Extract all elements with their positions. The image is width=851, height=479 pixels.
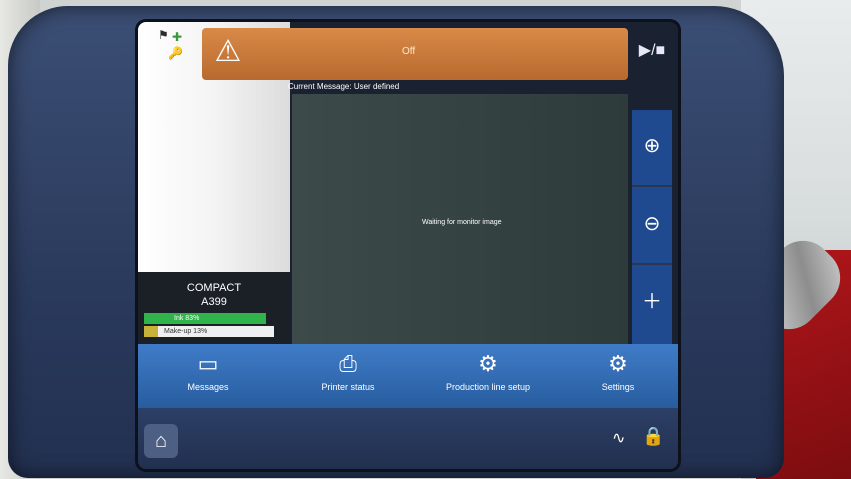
- monitor-status-text: Waiting for monitor image: [422, 219, 502, 226]
- home-icon[interactable]: ⌂: [144, 424, 178, 458]
- production-line-icon: ⚙: [478, 351, 498, 376]
- screen: ⚑ ✚ 🔑 COMPACT A399 Ink 83% Make-up 13% ⚠…: [138, 22, 678, 469]
- ink-level: Ink 83%: [144, 313, 266, 324]
- status-icons: ⚑ ✚ 🔑: [158, 28, 198, 68]
- messages-icon: ▭: [197, 351, 219, 376]
- current-message: Current Message: User defined: [288, 82, 399, 91]
- nav-settings[interactable]: ⚙ Settings: [568, 351, 668, 393]
- nav-production-line-setup-label: Production line setup: [445, 382, 531, 392]
- status-light-icon: ⚑: [158, 28, 169, 42]
- current-message-label: Current Message:: [288, 82, 352, 91]
- lock-icon[interactable]: 🔒: [642, 426, 664, 447]
- zoom-separator: [632, 263, 672, 265]
- play-stop-icon[interactable]: ▶/■: [632, 40, 672, 70]
- nav-messages-label: Messages: [187, 382, 229, 392]
- ink-label: Ink 83%: [174, 315, 200, 322]
- add-document-icon[interactable]: ＋: [632, 266, 672, 338]
- heartbeat-icon[interactable]: ∿: [612, 428, 625, 448]
- message-preview: Waiting for monitor image: [292, 94, 628, 344]
- alert-text: Off: [402, 46, 416, 57]
- nav-messages[interactable]: ▭ Messages: [158, 351, 258, 393]
- key-icon: 🔑: [168, 46, 183, 60]
- printer-name: COMPACT: [186, 282, 242, 294]
- makeup-label: Make-up 13%: [164, 328, 208, 335]
- nav-settings-label: Settings: [601, 382, 635, 392]
- printer-status-box[interactable]: COMPACT A399 Ink 83% Make-up 13%: [138, 272, 290, 344]
- nav-printer-status-label: Printer status: [321, 382, 375, 392]
- nav-production-line-setup[interactable]: ⚙ Production line setup: [438, 351, 538, 393]
- zoom-out-icon[interactable]: ⊖: [632, 188, 672, 260]
- current-message-value: User defined: [353, 82, 400, 91]
- printer-model: A399: [201, 296, 227, 308]
- zoom-toolbar: ⊕ ⊖ ＋: [632, 110, 672, 344]
- warning-icon: ⚠: [214, 35, 242, 68]
- nav-printer-status[interactable]: ⎙ Printer status: [298, 351, 398, 393]
- device-bezel: ⚑ ✚ 🔑 COMPACT A399 Ink 83% Make-up 13% ⚠…: [8, 6, 784, 478]
- status-green-icon: ✚: [172, 30, 183, 44]
- printer-icon: ⎙: [339, 351, 357, 376]
- makeup-swatch: [144, 326, 158, 337]
- bottom-nav: ▭ Messages ⎙ Printer status ⚙ Production…: [138, 344, 678, 408]
- footer-bar: ⌂ ∿ 🔒: [138, 408, 678, 469]
- zoom-separator: [632, 185, 672, 187]
- alert-bar[interactable]: ⚠ Off: [202, 28, 628, 80]
- settings-icon: ⚙: [608, 351, 628, 376]
- zoom-in-icon[interactable]: ⊕: [632, 110, 672, 182]
- makeup-level: Make-up 13%: [144, 326, 274, 337]
